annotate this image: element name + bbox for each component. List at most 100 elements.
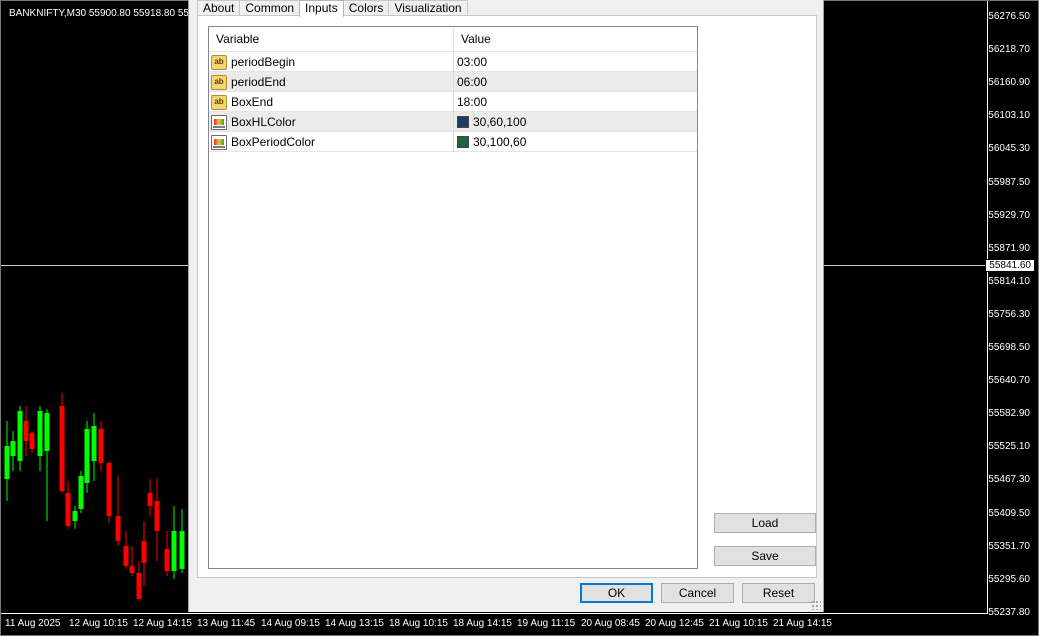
candle-bullish <box>37 411 43 456</box>
column-header-variable[interactable]: Variable <box>209 27 454 51</box>
candle-bullish <box>171 531 177 571</box>
save-button[interactable]: Save <box>714 546 816 566</box>
color-swatch[interactable] <box>457 136 469 148</box>
price-tick-label: 55987.50 <box>988 176 1030 188</box>
resize-grip[interactable] <box>811 600 821 610</box>
variable-value: 30,60,100 <box>473 114 527 129</box>
price-tick-label: 55237.80 <box>988 606 1030 618</box>
variable-value: 06:00 <box>457 74 488 89</box>
candle-bearish <box>106 463 112 516</box>
grid-header: Variable Value <box>209 27 697 52</box>
candle-bearish <box>59 406 65 491</box>
candle-bullish <box>72 511 78 521</box>
variable-name: BoxEnd <box>231 94 274 109</box>
time-tick-label: 19 Aug 11:15 <box>517 618 576 629</box>
variable-value: 18:00 <box>457 94 488 109</box>
candle-bearish <box>29 433 35 449</box>
price-tick-label: 55409.50 <box>988 507 1030 519</box>
value-cell[interactable]: 30,100,60 <box>454 132 697 152</box>
tab-common[interactable]: Common <box>239 0 301 16</box>
price-tick-label: 55295.60 <box>988 573 1030 585</box>
load-button[interactable]: Load <box>714 513 816 533</box>
time-tick-label: 12 Aug 10:15 <box>69 618 128 629</box>
price-tick-label: 56218.70 <box>988 44 1030 56</box>
time-tick-label: 14 Aug 13:15 <box>325 618 384 629</box>
table-row[interactable]: BoxHLColor 30,60,100 <box>209 112 697 132</box>
table-row[interactable]: ab periodEnd 06:00 <box>209 72 697 92</box>
table-row[interactable]: BoxPeriodColor 30,100,60 <box>209 132 697 152</box>
time-tick-label: 20 Aug 08:45 <box>581 618 640 629</box>
value-cell[interactable]: 30,60,100 <box>454 112 697 132</box>
value-cell[interactable]: 18:00 <box>454 92 697 112</box>
value-cell[interactable]: 03:00 <box>454 52 697 72</box>
reset-button[interactable]: Reset <box>742 583 815 603</box>
candle-bullish <box>179 531 185 569</box>
inputs-panel: Variable Value ab periodBegin 03:00 ab p… <box>197 15 817 578</box>
candle-bullish <box>10 441 16 456</box>
color-swatch[interactable] <box>457 116 469 128</box>
price-tick-label: 55929.70 <box>988 209 1030 221</box>
tab-about[interactable]: About <box>197 0 241 16</box>
table-row[interactable]: ab BoxEnd 18:00 <box>209 92 697 112</box>
tab-colors[interactable]: Colors <box>342 0 390 16</box>
candle-bearish <box>136 573 142 599</box>
variable-name: periodEnd <box>231 74 286 89</box>
price-tick-label: 56160.90 <box>988 77 1030 89</box>
candle-bearish <box>164 549 170 571</box>
inputs-grid[interactable]: Variable Value ab periodBegin 03:00 ab p… <box>208 26 698 569</box>
price-tick-label: 56045.30 <box>988 143 1030 155</box>
candle-bullish <box>78 476 84 509</box>
price-tick-label: 55756.30 <box>988 308 1030 320</box>
variable-name: BoxHLColor <box>231 114 296 129</box>
variable-name: periodBegin <box>231 54 296 69</box>
current-price-label: 55841.60 <box>985 259 1035 272</box>
time-tick-label: 18 Aug 14:15 <box>453 618 512 629</box>
price-tick-label: 56103.10 <box>988 110 1030 122</box>
time-tick-label: 12 Aug 14:15 <box>133 618 192 629</box>
cancel-button[interactable]: Cancel <box>661 583 734 603</box>
color-icon <box>211 114 227 130</box>
candle-bearish <box>147 493 153 506</box>
tab-visualization[interactable]: Visualization <box>388 0 468 16</box>
time-tick-label: 18 Aug 10:15 <box>389 618 448 629</box>
candle-bearish <box>141 541 147 563</box>
candle-bullish <box>91 426 97 461</box>
price-tick-label: 55814.10 <box>988 275 1030 287</box>
candle-bearish <box>98 429 104 463</box>
candle-bearish <box>115 516 121 541</box>
value-cell[interactable]: 06:00 <box>454 72 697 92</box>
time-tick-label: 13 Aug 11:45 <box>197 618 256 629</box>
time-tick-label: 21 Aug 14:15 <box>773 618 832 629</box>
string-ab-icon: ab <box>211 74 227 90</box>
candle-bearish <box>23 421 29 441</box>
price-tick-label: 55871.90 <box>988 242 1030 254</box>
tab-strip: About Common Inputs Colors Visualization <box>197 0 468 17</box>
time-tick-label: 14 Aug 09:15 <box>261 618 320 629</box>
variable-value: 30,100,60 <box>473 134 527 149</box>
candle-bullish <box>17 411 23 461</box>
candle-bearish <box>129 566 135 573</box>
indicator-properties-dialog: About Common Inputs Colors Visualization… <box>188 0 824 612</box>
table-row[interactable]: ab periodBegin 03:00 <box>209 52 697 72</box>
string-ab-icon: ab <box>211 94 227 110</box>
price-tick-label: 55467.30 <box>988 474 1030 486</box>
string-ab-icon: ab <box>211 54 227 70</box>
price-tick-label: 56276.50 <box>988 11 1030 22</box>
ok-button[interactable]: OK <box>580 583 653 603</box>
candle-bearish <box>123 546 129 566</box>
time-tick-label: 21 Aug 10:15 <box>709 618 768 629</box>
time-tick-label: 20 Aug 12:45 <box>645 618 704 629</box>
candle-bearish <box>154 501 160 531</box>
price-axis-line <box>987 1 988 613</box>
candle-bullish <box>84 429 90 483</box>
price-tick-label: 55640.70 <box>988 375 1030 387</box>
price-tick-label: 55351.70 <box>988 540 1030 552</box>
candle-bearish <box>65 493 71 526</box>
price-tick-label: 55525.10 <box>988 441 1030 453</box>
column-header-value[interactable]: Value <box>454 27 697 51</box>
tab-inputs[interactable]: Inputs <box>299 0 344 17</box>
price-tick-label: 55698.50 <box>988 342 1030 353</box>
price-tick-label: 55582.90 <box>988 408 1030 420</box>
variable-name: BoxPeriodColor <box>231 134 316 149</box>
time-axis-line <box>1 613 988 614</box>
